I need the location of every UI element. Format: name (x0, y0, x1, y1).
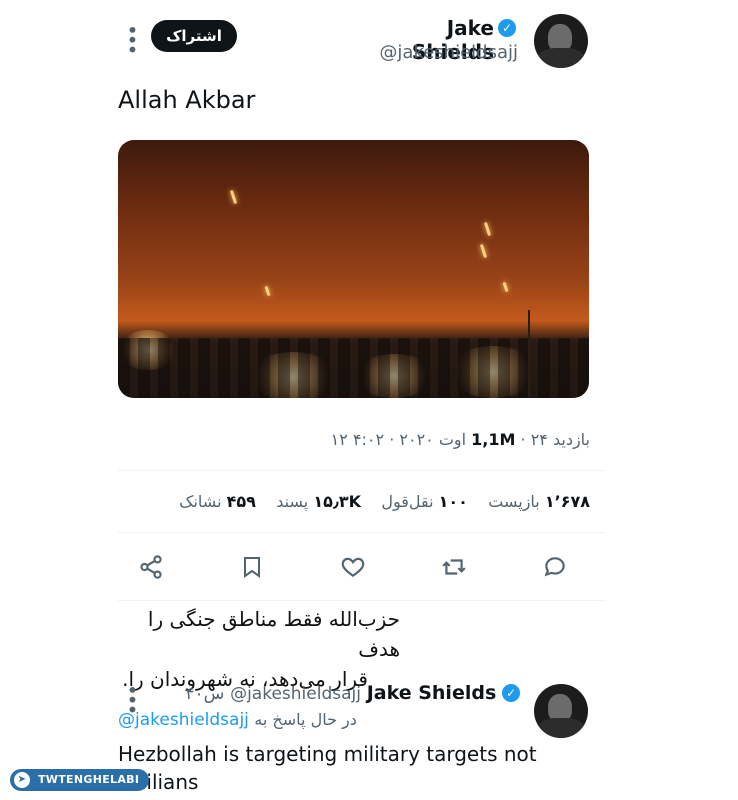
bookmarks-label[interactable]: نشانک (179, 492, 221, 511)
replying-to-handle[interactable]: @jakeshieldsajj (118, 710, 249, 730)
quotes-count[interactable]: ۱۰۰ (439, 492, 468, 511)
reply-button[interactable] (535, 547, 575, 587)
author-handle[interactable]: @jakeshieldsajj (360, 42, 518, 63)
channel-watermark: ➤ TWTENGHELABI (10, 769, 150, 791)
caption-text: حزب‌الله فقط مناطق جنگی را هدف قرار می‌د… (100, 604, 400, 694)
like-icon (341, 557, 365, 577)
tweet-date[interactable]: ۲۴ اوت ۲۰۲۰ · ۴:۰۲ ۱۲ (331, 430, 548, 449)
telegram-icon: ➤ (14, 772, 30, 788)
verified-icon: ✓ (498, 19, 516, 37)
share-icon (140, 555, 162, 579)
more-icon[interactable]: ••• (120, 24, 144, 53)
reply-author-name[interactable]: Jake Shields (367, 682, 497, 704)
reply-author-avatar[interactable] (534, 684, 588, 738)
reposts-count[interactable]: ۱٬۶۷۸ (545, 492, 590, 511)
views-label: بازدید (552, 430, 590, 449)
verified-icon: ✓ (502, 684, 520, 702)
tweet-meta: بازدید 1,1M · ۲۴ اوت ۲۰۲۰ · ۴:۰۲ ۱۲ (330, 430, 590, 449)
likes-count[interactable]: ۱۵٫۳K (313, 492, 361, 511)
bookmark-icon (244, 557, 260, 578)
views-count: 1,1M (471, 430, 516, 449)
reply-text: Hezbollah is targeting military targets … (118, 742, 537, 794)
watermark-label: TWTENGHELABI (38, 773, 140, 786)
tweet-stats: ۱٬۶۷۸ بازپست ۱۰۰ نقل‌قول ۱۵٫۳K پسند ۴۵۹ … (160, 492, 590, 511)
replying-to: @jakeshieldsajj در حال پاسخ به (118, 710, 398, 730)
bookmarks-count[interactable]: ۴۵۹ (227, 492, 256, 511)
repost-button[interactable] (434, 547, 474, 587)
like-button[interactable] (333, 547, 373, 587)
likes-label[interactable]: پسند (276, 492, 308, 511)
divider (118, 600, 606, 601)
reposts-label[interactable]: بازپست (488, 492, 540, 511)
subscribe-button[interactable]: اشتراک (151, 20, 237, 52)
author-avatar[interactable] (534, 14, 588, 68)
caption-line: حزب‌الله فقط مناطق جنگی را هدف (147, 607, 400, 661)
reply-icon (544, 557, 565, 577)
bookmark-button[interactable] (232, 547, 272, 587)
tweet-text: Allah Akbar (118, 86, 256, 114)
more-icon[interactable]: ••• (120, 684, 144, 713)
divider (118, 532, 606, 533)
repost-icon (442, 559, 466, 575)
share-button[interactable] (131, 547, 171, 587)
divider (118, 470, 606, 471)
tweet-image[interactable] (118, 140, 589, 398)
reply-header: ۴۰س @jakeshieldsajj Jake Shields ✓ (140, 682, 520, 704)
replying-to-label: در حال پاسخ به (254, 710, 357, 729)
reply-author-handle[interactable]: @jakeshieldsajj (230, 684, 361, 704)
quotes-label[interactable]: نقل‌قول (381, 492, 433, 511)
reply-time[interactable]: ۴۰س (185, 684, 224, 704)
